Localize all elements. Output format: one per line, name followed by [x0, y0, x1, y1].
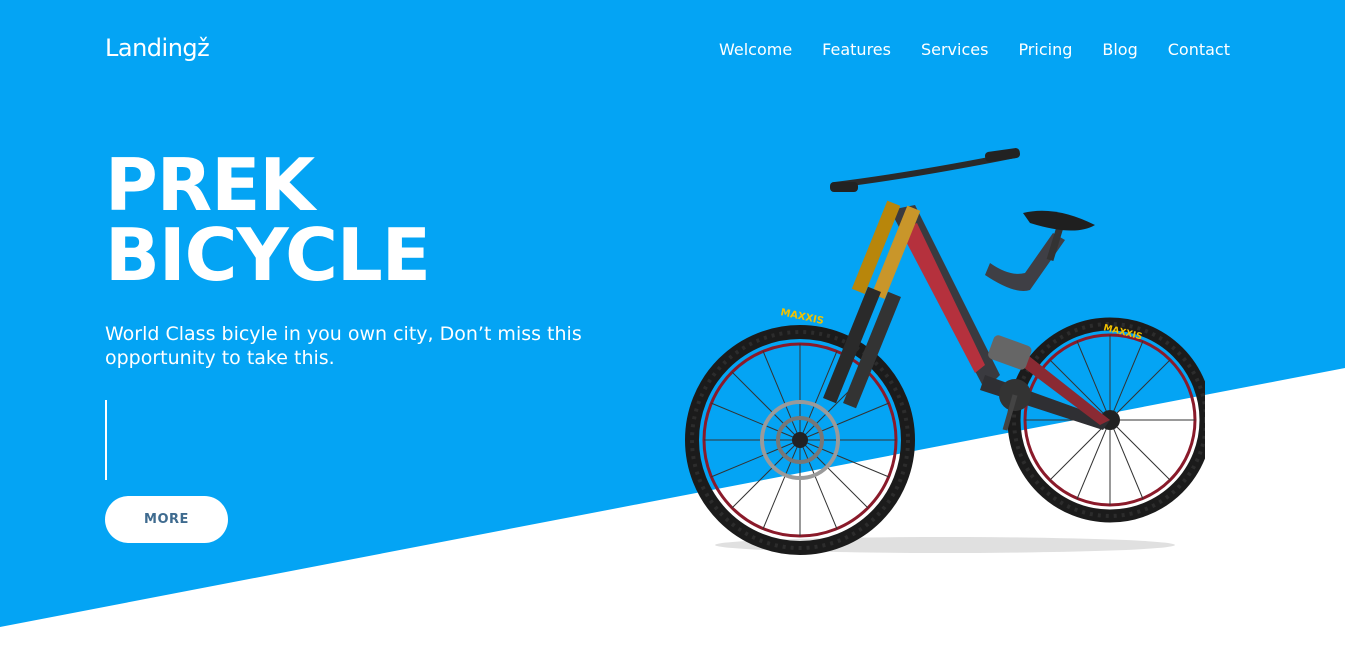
hero-title-line-2: BICYCLE	[105, 213, 431, 297]
seat	[1023, 210, 1095, 262]
main-nav: Welcome Features Services Pricing Blog C…	[719, 40, 1230, 59]
nav-link-welcome[interactable]: Welcome	[719, 40, 792, 59]
more-button[interactable]: MORE	[105, 496, 228, 543]
hero-title: PREK BICYCLE	[105, 143, 431, 297]
hero-title-line-1: PREK	[105, 143, 315, 227]
nav-link-contact[interactable]: Contact	[1168, 40, 1230, 59]
navbar: Landingž Welcome Features Services Prici…	[0, 0, 1345, 100]
handlebar	[830, 148, 1021, 192]
front-tire-label: MAXXIS	[779, 307, 824, 327]
nav-link-blog[interactable]: Blog	[1102, 40, 1137, 59]
front-wheel	[685, 325, 915, 555]
logo[interactable]: Landingž	[105, 34, 210, 62]
nav-link-pricing[interactable]: Pricing	[1018, 40, 1072, 59]
bike-frame	[890, 205, 1110, 431]
hero-subtitle: World Class bicyle in you own city, Don’…	[105, 323, 582, 369]
nav-link-services[interactable]: Services	[921, 40, 988, 59]
vertical-divider	[105, 400, 107, 480]
bicycle-image: MAXXIS MAXXIS	[685, 148, 1205, 555]
nav-link-features[interactable]: Features	[822, 40, 891, 59]
